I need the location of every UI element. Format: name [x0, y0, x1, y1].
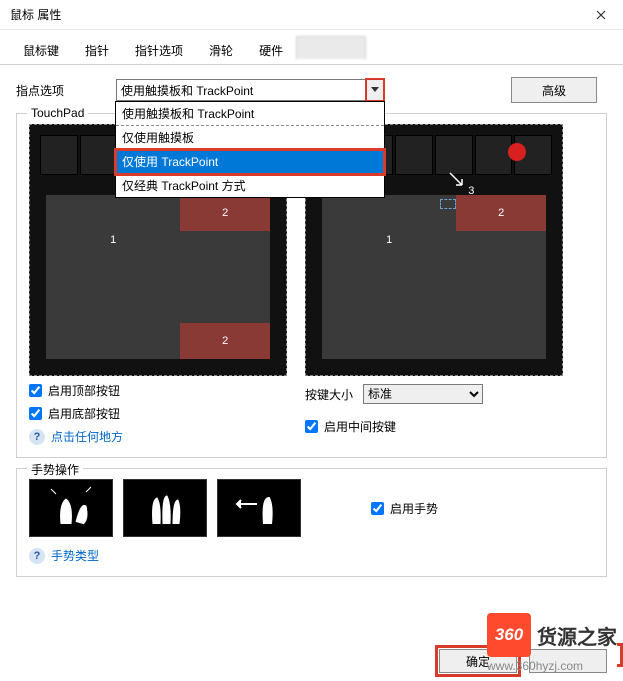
enable-top-check[interactable]: 启用顶部按钮 — [29, 382, 287, 399]
highlight-marker — [617, 643, 623, 667]
watermark-url: www.360hyzj.com — [487, 659, 617, 673]
pointing-combo[interactable]: 使用触摸板和 TrackPoint — [116, 79, 384, 101]
tab-pointer-options[interactable]: 指针选项 — [122, 36, 196, 64]
tab-strip: 鼠标键 指针 指针选项 滑轮 硬件 — [0, 30, 623, 65]
hint-click-anywhere[interactable]: ?点击任何地方 — [29, 428, 287, 445]
arrow-icon — [448, 171, 468, 191]
zone-1: 1 — [46, 195, 180, 285]
tab-hardware[interactable]: 硬件 — [246, 36, 296, 64]
combo-option-1[interactable]: 仅使用触摸板 — [116, 126, 384, 150]
combo-value: 使用触摸板和 TrackPoint — [121, 82, 253, 99]
watermark-text: 货源之家 — [537, 621, 617, 650]
advanced-button[interactable]: 高级 — [511, 77, 597, 103]
enable-bottom-check[interactable]: 启用底部按钮 — [29, 405, 287, 422]
tab-wheel[interactable]: 滑轮 — [196, 36, 246, 64]
hint-gesture-types[interactable]: ?手势类型 — [29, 547, 594, 564]
close-icon — [596, 10, 606, 20]
tab-current[interactable] — [296, 36, 366, 60]
help-icon-2: ? — [29, 548, 45, 564]
combo-arrow[interactable] — [365, 78, 385, 102]
chevron-down-icon — [371, 87, 379, 93]
gesture-group: 手势操作 启用手势 ?手势类型 — [16, 468, 607, 577]
zone-1-r: 1 — [322, 195, 456, 285]
zone-2-top: 2 — [180, 195, 270, 231]
combo-option-0[interactable]: 使用触摸板和 TrackPoint — [116, 102, 384, 126]
zone-2-top-r: 2 — [456, 195, 546, 231]
combo-dropdown: 使用触摸板和 TrackPoint 仅使用触摸板 仅使用 TrackPoint … — [115, 101, 385, 198]
window-title: 鼠标 属性 — [10, 6, 61, 23]
enable-middle-check[interactable]: 启用中间按键 — [305, 418, 594, 435]
enable-gesture-check[interactable]: 启用手势 — [371, 500, 438, 517]
close-button[interactable] — [578, 0, 623, 30]
pointing-label: 指点选项 — [16, 82, 96, 99]
tab-buttons[interactable]: 鼠标键 — [10, 36, 72, 64]
touchpad-legend: TouchPad — [27, 106, 88, 120]
gesture-pinch-icon — [29, 479, 113, 537]
gesture-three-finger-icon — [123, 479, 207, 537]
tab-pointer[interactable]: 指针 — [72, 36, 122, 64]
gesture-legend: 手势操作 — [27, 461, 83, 478]
size-label: 按键大小 — [305, 386, 353, 403]
trackpoint-icon-2 — [508, 143, 526, 161]
size-select[interactable]: 标准 — [363, 384, 483, 404]
gesture-swipe-icon — [217, 479, 301, 537]
watermark: 360 货源之家 www.360hyzj.com — [487, 613, 617, 673]
watermark-logo: 360 — [487, 613, 531, 657]
combo-option-3[interactable]: 仅经典 TrackPoint 方式 — [116, 174, 384, 197]
zone-2-bottom: 2 — [180, 323, 270, 359]
combo-option-2[interactable]: 仅使用 TrackPoint — [116, 150, 384, 174]
help-icon: ? — [29, 429, 45, 445]
